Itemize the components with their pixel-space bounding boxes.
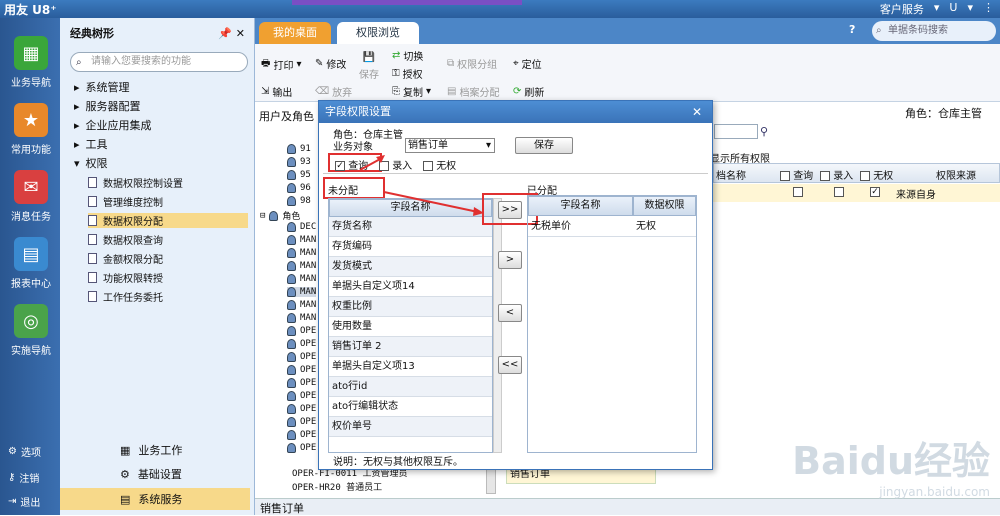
- annotation-arrows: [359, 155, 484, 216]
- arrow-head: [376, 155, 385, 163]
- arrow-head: [473, 207, 484, 216]
- arrow-line: [383, 191, 479, 213]
